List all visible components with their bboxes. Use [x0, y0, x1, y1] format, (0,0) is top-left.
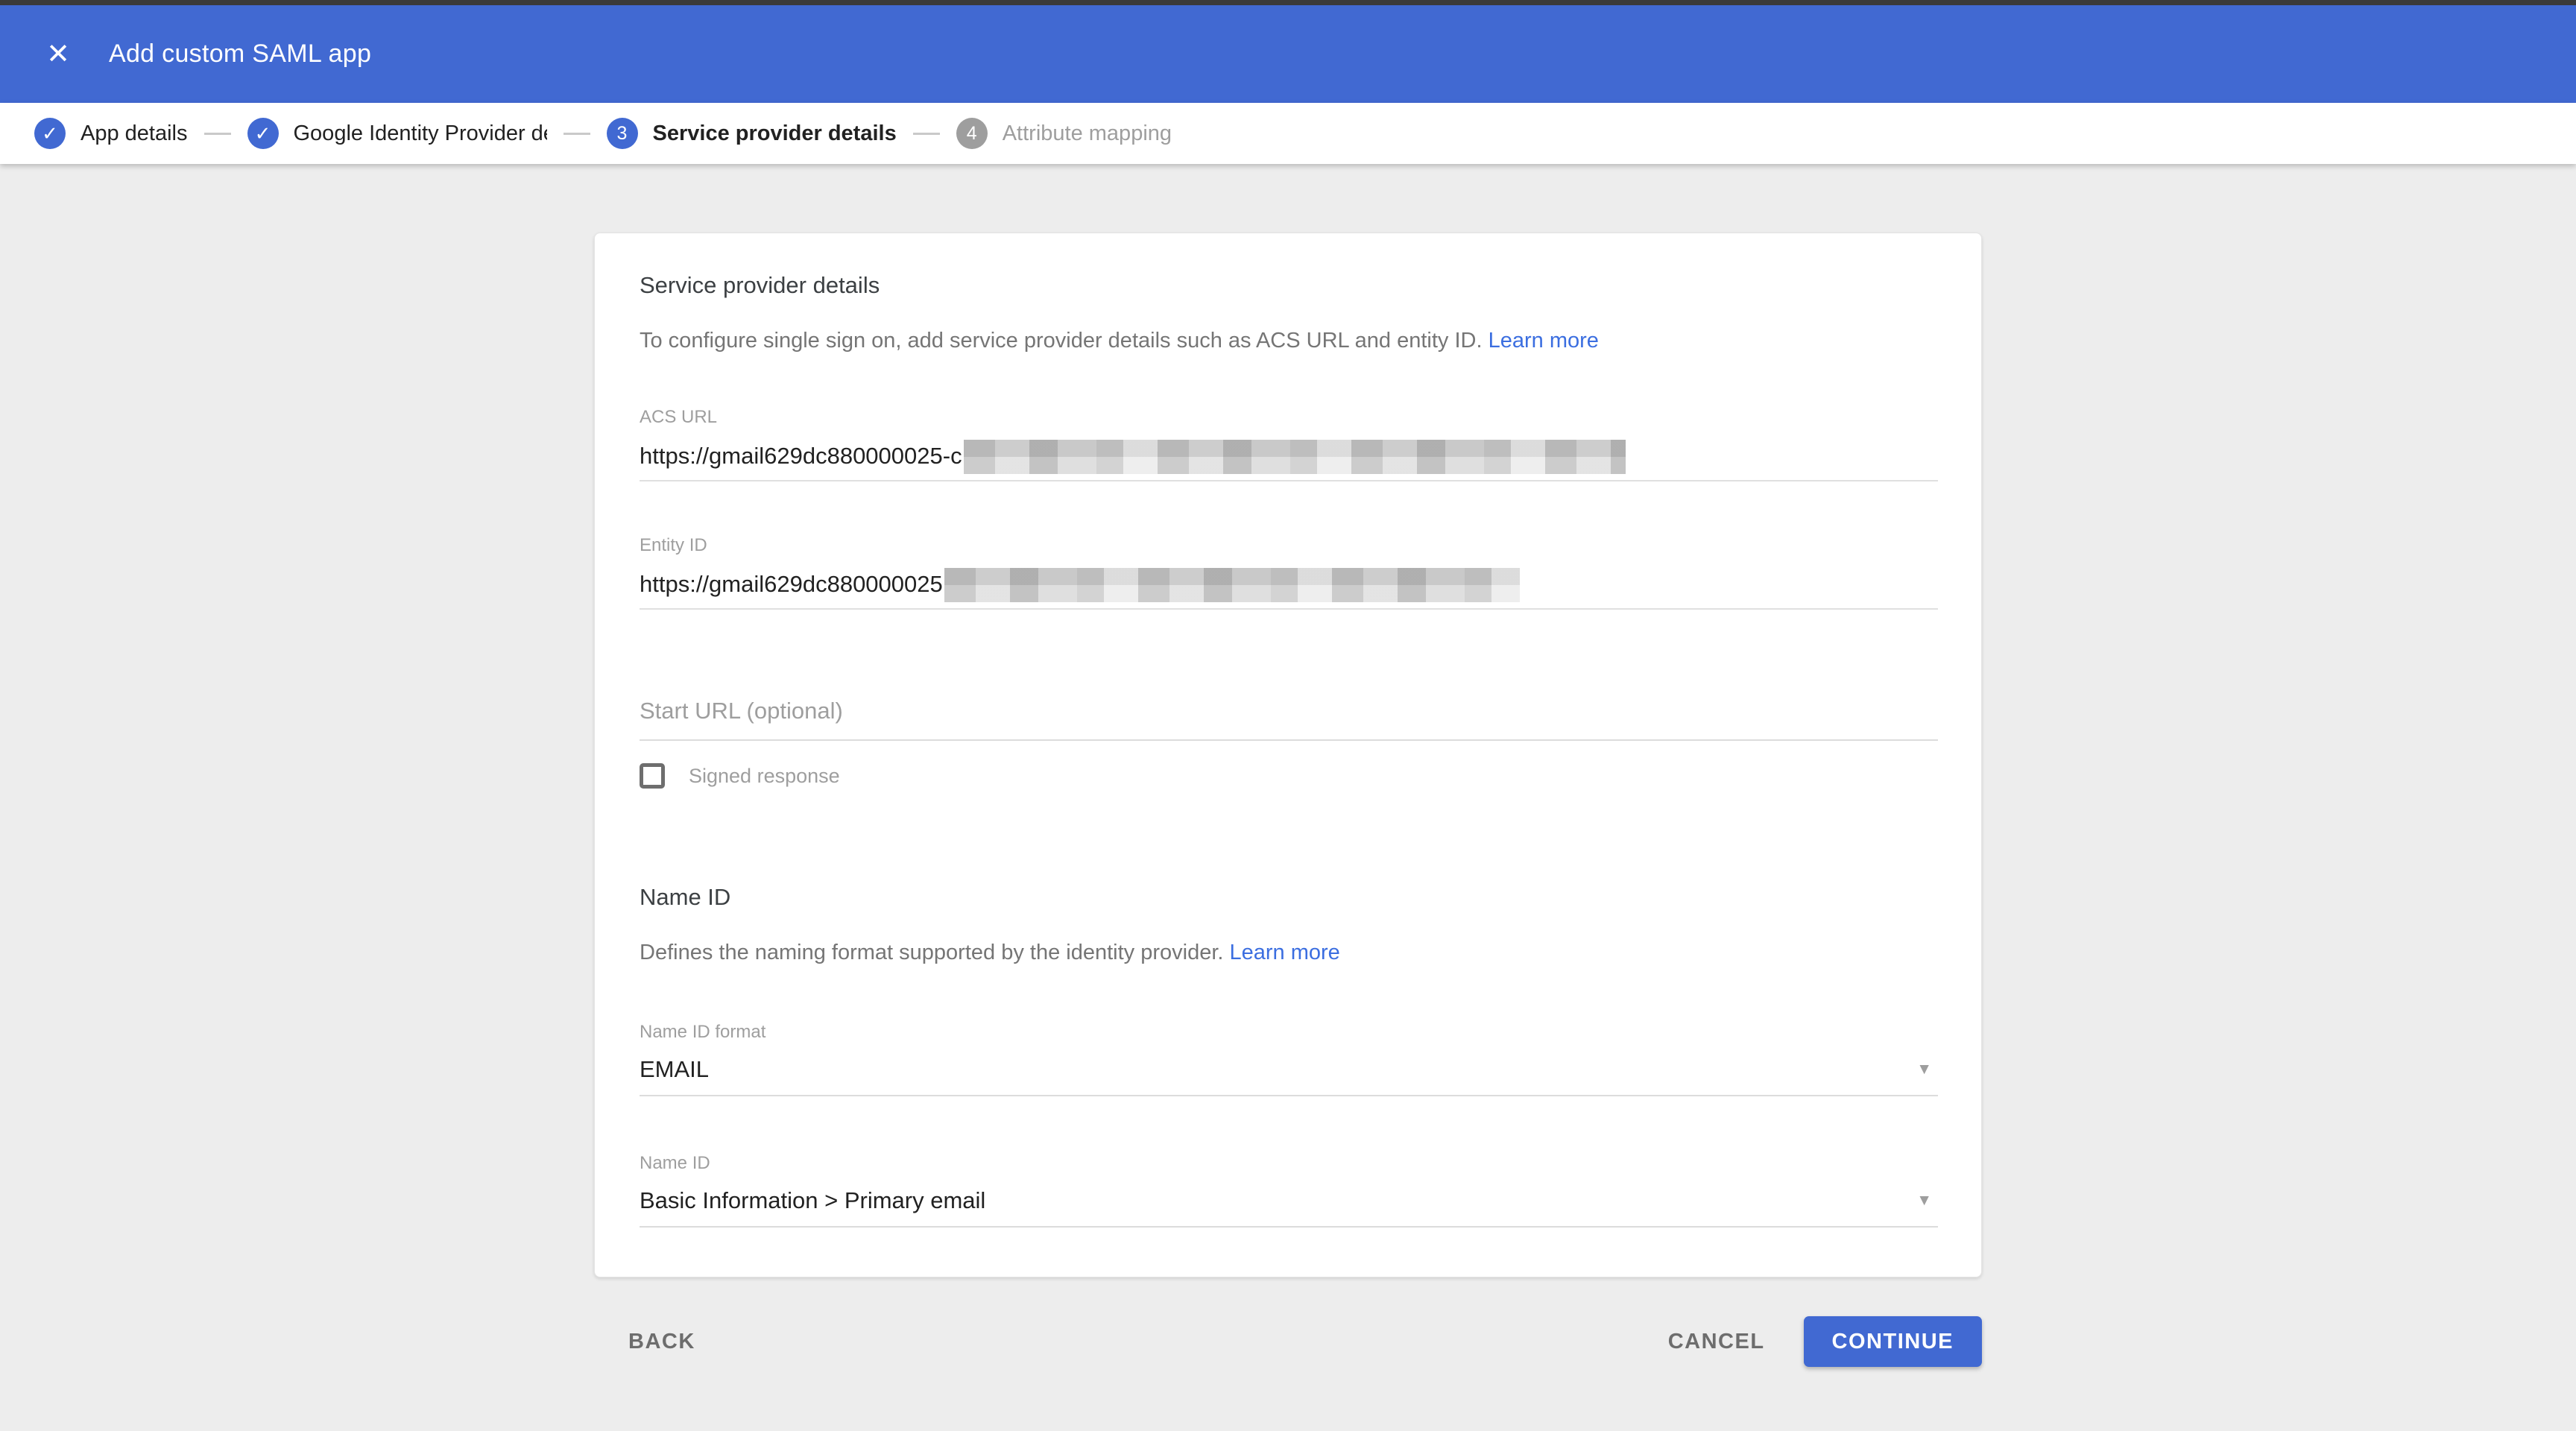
continue-button[interactable]: CONTINUE — [1804, 1316, 1982, 1367]
chevron-down-icon: ▼ — [1916, 1192, 1938, 1210]
entity-id-value: https://gmail629dc880000025 — [640, 571, 943, 598]
start-url-input[interactable] — [640, 698, 1938, 741]
chevron-down-icon: ▼ — [1916, 1061, 1938, 1078]
browser-chrome-strip — [0, 0, 2576, 5]
step-2-label: Google Identity Provider details — [294, 121, 547, 146]
step-4-number-circle: 4 — [956, 118, 988, 149]
name-id-label: Name ID — [640, 1153, 1938, 1174]
name-id-description-text: Defines the naming format supported by t… — [640, 941, 1223, 964]
section-description: To configure single sign on, add service… — [640, 329, 1938, 353]
step-connector — [204, 133, 231, 135]
signed-response-row: Signed response — [640, 763, 1938, 789]
step-1-label: App details — [80, 121, 188, 146]
entity-id-redaction-blur — [944, 568, 1520, 602]
name-id-field: Name ID Basic Information > Primary emai… — [640, 1153, 1938, 1228]
step-3-number-circle: 3 — [607, 118, 638, 149]
signed-response-label: Signed response — [689, 765, 840, 788]
name-id-value: Basic Information > Primary email — [640, 1187, 1916, 1214]
name-id-section: Name ID Defines the naming format suppor… — [640, 884, 1938, 965]
wizard-stepper: ✓ App details ✓ Google Identity Provider… — [0, 103, 2576, 164]
step-connector — [564, 133, 590, 135]
step-service-provider-details[interactable]: 3 Service provider details — [607, 118, 897, 149]
back-button[interactable]: BACK — [621, 1318, 703, 1366]
check-icon: ✓ — [42, 124, 58, 143]
step-2-check-circle: ✓ — [247, 118, 279, 149]
dialog-actions: BACK CANCEL CONTINUE — [594, 1316, 1982, 1367]
dialog-title: Add custom SAML app — [109, 40, 371, 69]
acs-url-input[interactable]: https://gmail629dc880000025-c — [640, 440, 1938, 481]
entity-id-label: Entity ID — [640, 535, 1938, 556]
learn-more-link[interactable]: Learn more — [1230, 941, 1340, 964]
name-id-format-label: Name ID format — [640, 1022, 1938, 1043]
dialog-appbar: ✕ Add custom SAML app — [0, 5, 2576, 103]
acs-url-redaction-blur — [964, 440, 1626, 474]
step-3-label: Service provider details — [653, 121, 897, 146]
name-id-section-description: Defines the naming format supported by t… — [640, 941, 1938, 965]
close-icon[interactable]: ✕ — [36, 32, 80, 77]
name-id-section-title: Name ID — [640, 884, 1938, 911]
step-connector — [913, 133, 940, 135]
cancel-button[interactable]: CANCEL — [1661, 1318, 1772, 1366]
service-provider-card: Service provider details To configure si… — [594, 233, 1982, 1277]
step-google-idp-details[interactable]: ✓ Google Identity Provider details — [247, 118, 547, 149]
name-id-format-select[interactable]: EMAIL ▼ — [640, 1056, 1938, 1096]
name-id-select[interactable]: Basic Information > Primary email ▼ — [640, 1187, 1938, 1228]
learn-more-link[interactable]: Learn more — [1489, 329, 1599, 353]
entity-id-input[interactable]: https://gmail629dc880000025 — [640, 568, 1938, 610]
check-icon: ✓ — [255, 124, 271, 143]
acs-url-label: ACS URL — [640, 407, 1938, 428]
entity-id-field: Entity ID https://gmail629dc880000025 — [640, 535, 1938, 610]
signed-response-checkbox[interactable] — [640, 763, 665, 789]
step-4-label: Attribute mapping — [1003, 121, 1172, 146]
name-id-format-field: Name ID format EMAIL ▼ — [640, 1022, 1938, 1096]
acs-url-value: https://gmail629dc880000025-c — [640, 443, 962, 470]
name-id-format-value: EMAIL — [640, 1056, 1916, 1083]
section-title: Service provider details — [640, 272, 1938, 299]
step-1-check-circle: ✓ — [34, 118, 66, 149]
step-app-details[interactable]: ✓ App details — [34, 118, 188, 149]
step-attribute-mapping: 4 Attribute mapping — [956, 118, 1172, 149]
start-url-field — [640, 698, 1938, 741]
acs-url-field: ACS URL https://gmail629dc880000025-c — [640, 407, 1938, 481]
section-description-text: To configure single sign on, add service… — [640, 329, 1483, 353]
dialog-body: Service provider details To configure si… — [0, 164, 2576, 1367]
